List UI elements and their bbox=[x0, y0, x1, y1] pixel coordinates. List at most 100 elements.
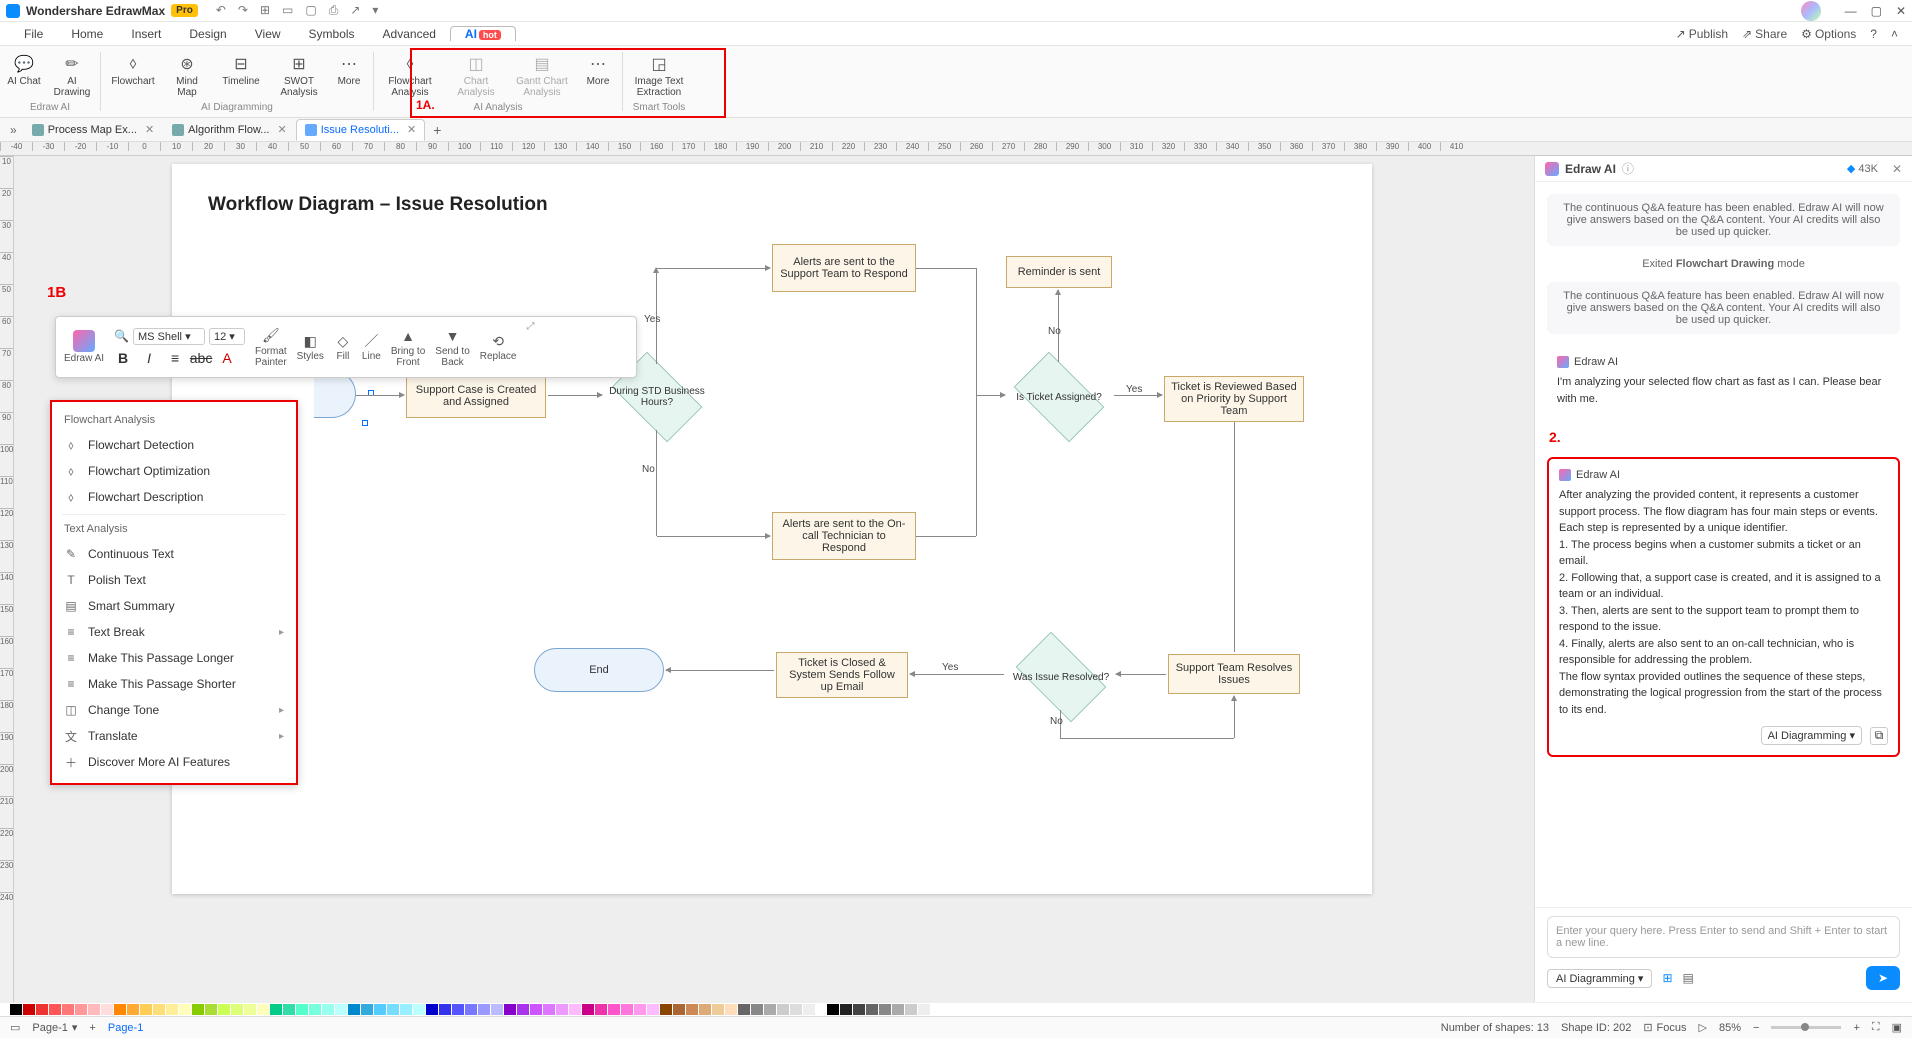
color-swatch[interactable] bbox=[36, 1004, 48, 1015]
connector[interactable] bbox=[1234, 696, 1235, 738]
color-swatch[interactable] bbox=[712, 1004, 724, 1015]
color-swatch[interactable] bbox=[101, 1004, 113, 1015]
ai-mode-dropdown[interactable]: AI Diagramming ▾ bbox=[1547, 969, 1652, 988]
color-swatch[interactable] bbox=[465, 1004, 477, 1015]
menu-flowchart-optimization[interactable]: ⬨Flowchart Optimization bbox=[52, 458, 296, 484]
color-swatch[interactable] bbox=[23, 1004, 35, 1015]
color-swatch[interactable] bbox=[827, 1004, 839, 1015]
color-swatch[interactable] bbox=[400, 1004, 412, 1015]
color-swatch[interactable] bbox=[569, 1004, 581, 1015]
attach-icon[interactable]: ⊞ bbox=[1662, 971, 1672, 985]
node-reminder[interactable]: Reminder is sent bbox=[1006, 256, 1112, 288]
zoom-level[interactable]: 85% bbox=[1719, 1022, 1741, 1034]
connector[interactable] bbox=[356, 395, 404, 396]
color-swatch[interactable] bbox=[439, 1004, 451, 1015]
new-tab-button[interactable]: + bbox=[425, 122, 449, 138]
color-swatch[interactable] bbox=[244, 1004, 256, 1015]
fit-page-icon[interactable]: ⛶ bbox=[1872, 1021, 1880, 1034]
color-swatch[interactable] bbox=[140, 1004, 152, 1015]
node-resolves[interactable]: Support Team Resolves Issues bbox=[1168, 654, 1300, 694]
color-swatch[interactable] bbox=[853, 1004, 865, 1015]
node-ticket-assigned[interactable]: Is Ticket Assigned? bbox=[1004, 362, 1114, 432]
color-swatch[interactable] bbox=[62, 1004, 74, 1015]
menu-make-shorter[interactable]: ≡Make This Passage Shorter bbox=[52, 671, 296, 697]
color-swatch[interactable] bbox=[114, 1004, 126, 1015]
flowchart-analysis-button[interactable]: ⬨Flowchart Analysis bbox=[380, 52, 440, 98]
color-swatch[interactable] bbox=[296, 1004, 308, 1015]
list-icon[interactable]: ▤ bbox=[1683, 971, 1694, 985]
color-swatch[interactable] bbox=[790, 1004, 802, 1015]
analysis-more-button[interactable]: ⋯More bbox=[580, 52, 616, 87]
flowchart-button[interactable]: ⬨Flowchart bbox=[107, 52, 159, 87]
redo-icon[interactable]: ↷ bbox=[238, 3, 248, 18]
replace-icon[interactable]: ⟲ bbox=[489, 332, 507, 350]
open-icon[interactable]: ▭ bbox=[282, 3, 293, 18]
ai-diagramming-dropdown[interactable]: AI Diagramming ▾ bbox=[1761, 726, 1862, 745]
color-swatch[interactable] bbox=[387, 1004, 399, 1015]
color-swatch[interactable] bbox=[270, 1004, 282, 1015]
bold-icon[interactable]: B bbox=[114, 349, 132, 367]
expand-tabs-icon[interactable]: » bbox=[4, 123, 23, 137]
color-swatch[interactable] bbox=[322, 1004, 334, 1015]
collapse-ribbon-icon[interactable]: ˄ bbox=[1891, 27, 1898, 41]
share-button[interactable]: ⇗ Share bbox=[1742, 27, 1787, 41]
tab-algorithm-flow[interactable]: Algorithm Flow...✕ bbox=[163, 119, 296, 141]
color-swatch[interactable] bbox=[634, 1004, 646, 1015]
color-swatch[interactable] bbox=[348, 1004, 360, 1015]
gantt-analysis-button[interactable]: ▤Gantt Chart Analysis bbox=[512, 52, 572, 98]
zoom-out-button[interactable]: − bbox=[1753, 1022, 1759, 1034]
connector[interactable] bbox=[916, 268, 976, 269]
color-swatch[interactable] bbox=[166, 1004, 178, 1015]
color-swatch[interactable] bbox=[478, 1004, 490, 1015]
fill-icon[interactable]: ◇ bbox=[334, 332, 352, 350]
color-swatch[interactable] bbox=[218, 1004, 230, 1015]
zoom-slider[interactable] bbox=[1771, 1026, 1841, 1029]
ai-credits[interactable]: ◆43K bbox=[1847, 162, 1878, 175]
node-review[interactable]: Ticket is Reviewed Based on Priority by … bbox=[1164, 376, 1304, 422]
close-tab-icon[interactable]: ✕ bbox=[407, 123, 416, 136]
color-swatch[interactable] bbox=[491, 1004, 503, 1015]
color-swatch[interactable] bbox=[699, 1004, 711, 1015]
connector[interactable] bbox=[910, 674, 1004, 675]
edraw-ai-icon[interactable] bbox=[73, 330, 95, 352]
connector[interactable] bbox=[656, 322, 657, 364]
menu-translate[interactable]: 文Translate▸ bbox=[52, 723, 296, 749]
color-swatch[interactable] bbox=[361, 1004, 373, 1015]
connector[interactable] bbox=[1234, 422, 1235, 652]
color-swatch[interactable] bbox=[931, 1004, 943, 1015]
menu-insert[interactable]: Insert bbox=[117, 27, 175, 41]
add-page-button[interactable]: + bbox=[89, 1022, 95, 1034]
color-swatch[interactable] bbox=[764, 1004, 776, 1015]
close-icon[interactable]: ✕ bbox=[1896, 4, 1906, 18]
menu-make-longer[interactable]: ≡Make This Passage Longer bbox=[52, 645, 296, 671]
new-icon[interactable]: ⊞ bbox=[260, 3, 270, 18]
minimize-icon[interactable]: — bbox=[1845, 4, 1857, 18]
color-swatch[interactable] bbox=[866, 1004, 878, 1015]
color-swatch[interactable] bbox=[452, 1004, 464, 1015]
connector[interactable] bbox=[1116, 674, 1166, 675]
color-swatch[interactable] bbox=[647, 1004, 659, 1015]
options-button[interactable]: ⚙ Options bbox=[1801, 27, 1856, 41]
color-swatch[interactable] bbox=[738, 1004, 750, 1015]
send-button[interactable]: ➤ bbox=[1866, 966, 1900, 990]
connector[interactable] bbox=[656, 430, 657, 536]
zoom-in-button[interactable]: + bbox=[1853, 1022, 1859, 1034]
swot-button[interactable]: ⊞SWOT Analysis bbox=[275, 52, 323, 98]
italic-icon[interactable]: I bbox=[140, 349, 158, 367]
chart-analysis-button[interactable]: ◫Chart Analysis bbox=[448, 52, 504, 98]
color-swatch[interactable] bbox=[75, 1004, 87, 1015]
close-tab-icon[interactable]: ✕ bbox=[277, 123, 286, 136]
color-swatch[interactable] bbox=[517, 1004, 529, 1015]
color-swatch[interactable] bbox=[127, 1004, 139, 1015]
print-icon[interactable]: ⎙ bbox=[329, 3, 339, 18]
menu-file[interactable]: File bbox=[10, 27, 57, 41]
diagramming-more-button[interactable]: ⋯More bbox=[331, 52, 367, 87]
font-color-icon[interactable]: A bbox=[218, 349, 236, 367]
color-swatch[interactable] bbox=[153, 1004, 165, 1015]
font-size-select[interactable]: 12 ▾ bbox=[209, 328, 245, 345]
color-swatch[interactable] bbox=[309, 1004, 321, 1015]
tab-process-map[interactable]: Process Map Ex...✕ bbox=[23, 119, 163, 141]
node-alerts-team[interactable]: Alerts are sent to the Support Team to R… bbox=[772, 244, 916, 292]
bring-front-icon[interactable]: ▲ bbox=[399, 327, 417, 345]
ai-context-menu[interactable]: Flowchart Analysis ⬨Flowchart Detection … bbox=[50, 400, 298, 785]
